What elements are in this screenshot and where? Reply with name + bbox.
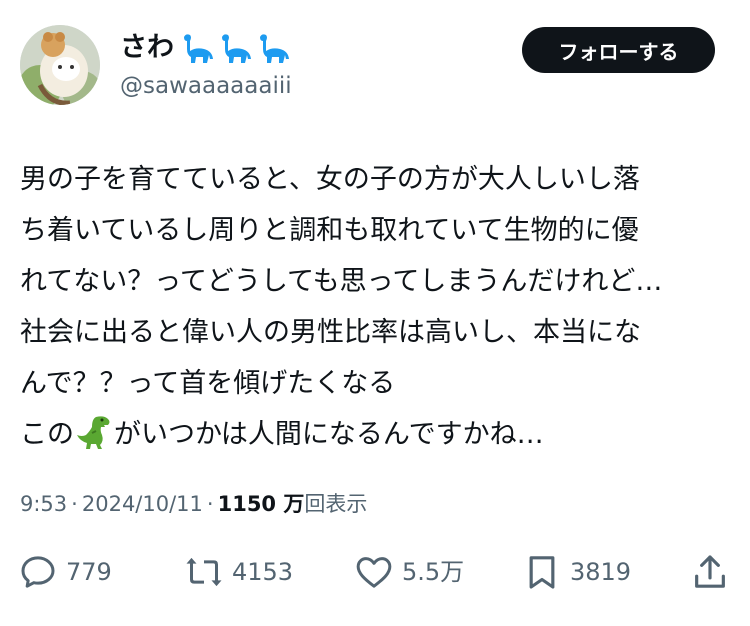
like-count: 5.5万 <box>402 558 465 586</box>
display-name[interactable]: さわ <box>120 28 174 68</box>
t-rex-icon <box>77 416 110 449</box>
tweet-meta: 9:53 · 2024/10/11 · 1150 万回表示 <box>20 486 367 522</box>
tweet-line: ち着いているし周りと調和も取れていて生物的に優 <box>20 215 639 246</box>
tweet-time[interactable]: 9:53 <box>20 492 67 516</box>
tweet-text-fragment: がいつかは人間になるんですかね… <box>114 419 544 450</box>
share-icon <box>695 555 725 588</box>
display-name-row[interactable]: さわ <box>120 28 292 68</box>
name-emojis <box>178 31 292 65</box>
share-button[interactable] <box>690 548 730 596</box>
user-handle[interactable]: @sawaaaaaaiii <box>120 70 292 102</box>
action-bar: 779 4153 5.5万 3819 <box>0 548 750 596</box>
bookmark-button[interactable]: 3819 <box>522 548 631 596</box>
sauropod-icon <box>184 34 213 63</box>
follow-button[interactable]: フォローする <box>522 27 715 73</box>
tweet-line: 男の子を育てていると、女の子の方が大人しいし落 <box>20 164 640 195</box>
heart-icon <box>356 557 392 588</box>
like-button[interactable]: 5.5万 <box>354 548 464 596</box>
tweet-line-last: この がいつかは人間になるんですかね… <box>20 409 735 460</box>
reply-button[interactable]: 779 <box>18 548 112 596</box>
tweet-line: れてない？ってどうしても思ってしまうんだけれど… <box>20 266 663 297</box>
bookmark-icon <box>529 556 555 589</box>
meta-separator: · <box>206 492 214 516</box>
bookmark-count: 3819 <box>570 558 632 586</box>
reply-count: 779 <box>66 558 112 586</box>
repost-button[interactable]: 4153 <box>184 548 293 596</box>
repost-icon <box>186 557 222 587</box>
tweet-line: んで？？って首を傾げたくなる <box>20 368 396 399</box>
avatar[interactable] <box>20 25 100 105</box>
tweet-line: 社会に出ると偉い人の男性比率は高いし、本当にな <box>20 317 641 348</box>
repost-count: 4153 <box>232 558 294 586</box>
avatar-image <box>20 25 100 105</box>
tweet-text: 男の子を育てていると、女の子の方が大人しいし落 ち着いているし周りと調和も取れて… <box>20 154 735 460</box>
tweet-text-fragment: この <box>20 419 74 450</box>
tweet-date[interactable]: 2024/10/11 <box>82 492 203 516</box>
views-label: 回表示 <box>304 492 368 516</box>
meta-separator: · <box>71 492 78 516</box>
sauropod-icon <box>222 34 251 63</box>
reply-icon <box>21 556 55 588</box>
views-count: 1150 万 <box>217 492 305 516</box>
sauropod-icon <box>260 34 289 63</box>
